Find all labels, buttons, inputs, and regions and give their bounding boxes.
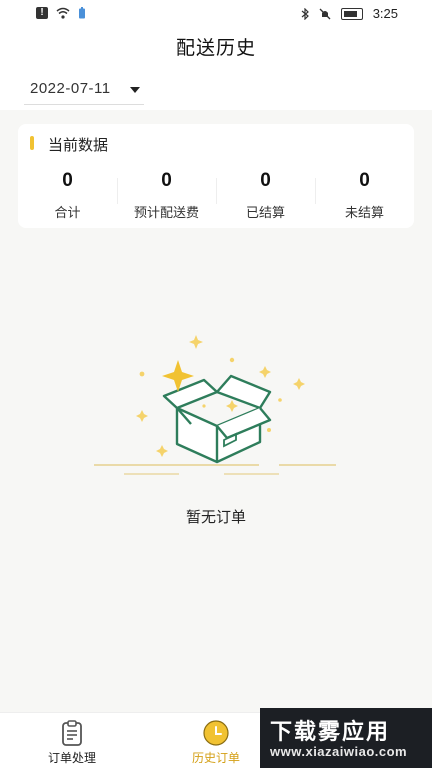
mute-bell-icon [319, 8, 331, 19]
empty-message: 暂无订单 [185, 509, 246, 526]
stat-value: 0 [359, 170, 370, 191]
stat-total: 0 合计 [18, 166, 117, 222]
stat-label: 预计配送费 [133, 205, 199, 220]
bluetooth-icon [301, 7, 309, 20]
summary-card: 当前数据 0 合计 0 预计配送费 0 已结算 0 未结算 [18, 124, 414, 228]
date-filter-bar: 2022-07-11 [0, 70, 432, 110]
status-bar: ! 3:25 [0, 0, 432, 28]
battery-saver-icon [79, 7, 85, 19]
stat-label: 已结算 [245, 205, 285, 220]
history-clock-icon [203, 720, 229, 746]
watermark-title: 下载雾应用 [270, 719, 391, 744]
alert-icon: ! [36, 7, 48, 19]
status-right-icons: 3:25 [301, 6, 398, 21]
card-accent-bar [30, 136, 34, 150]
watermark-logo: 下载雾应用 www.xiazaiwiao.com [260, 708, 432, 768]
status-time: 3:25 [372, 6, 398, 21]
watermark-url: www.xiazaiwiao.com [270, 744, 408, 759]
wifi-icon [56, 7, 70, 19]
date-underline [24, 104, 144, 105]
stat-value: 0 [62, 170, 73, 191]
card-title: 当前数据 [48, 137, 109, 154]
stat-label: 合计 [54, 205, 81, 220]
tab-label: 订单处理 [47, 751, 96, 765]
stats-row: 0 合计 0 预计配送费 0 已结算 0 未结算 [18, 166, 414, 222]
empty-state: 暂无订单 [0, 330, 432, 530]
stat-value: 0 [260, 170, 271, 191]
stat-estimated-fee: 0 预计配送费 [117, 166, 216, 222]
stat-label: 未结算 [344, 205, 384, 220]
clipboard-icon [62, 720, 82, 746]
status-left-icons: ! [36, 7, 86, 19]
page-header: 配送历史 [0, 28, 432, 70]
tab-order-processing[interactable]: 订单处理 [0, 713, 144, 769]
caret-down-icon[interactable] [130, 87, 140, 93]
date-picker[interactable]: 2022-07-11 [30, 80, 111, 97]
stat-value: 0 [161, 170, 172, 191]
battery-icon [340, 7, 363, 20]
stat-unsettled: 0 未结算 [315, 166, 414, 222]
empty-box-icon [94, 335, 336, 475]
stat-settled: 0 已结算 [216, 166, 315, 222]
page-title: 配送历史 [175, 38, 256, 59]
